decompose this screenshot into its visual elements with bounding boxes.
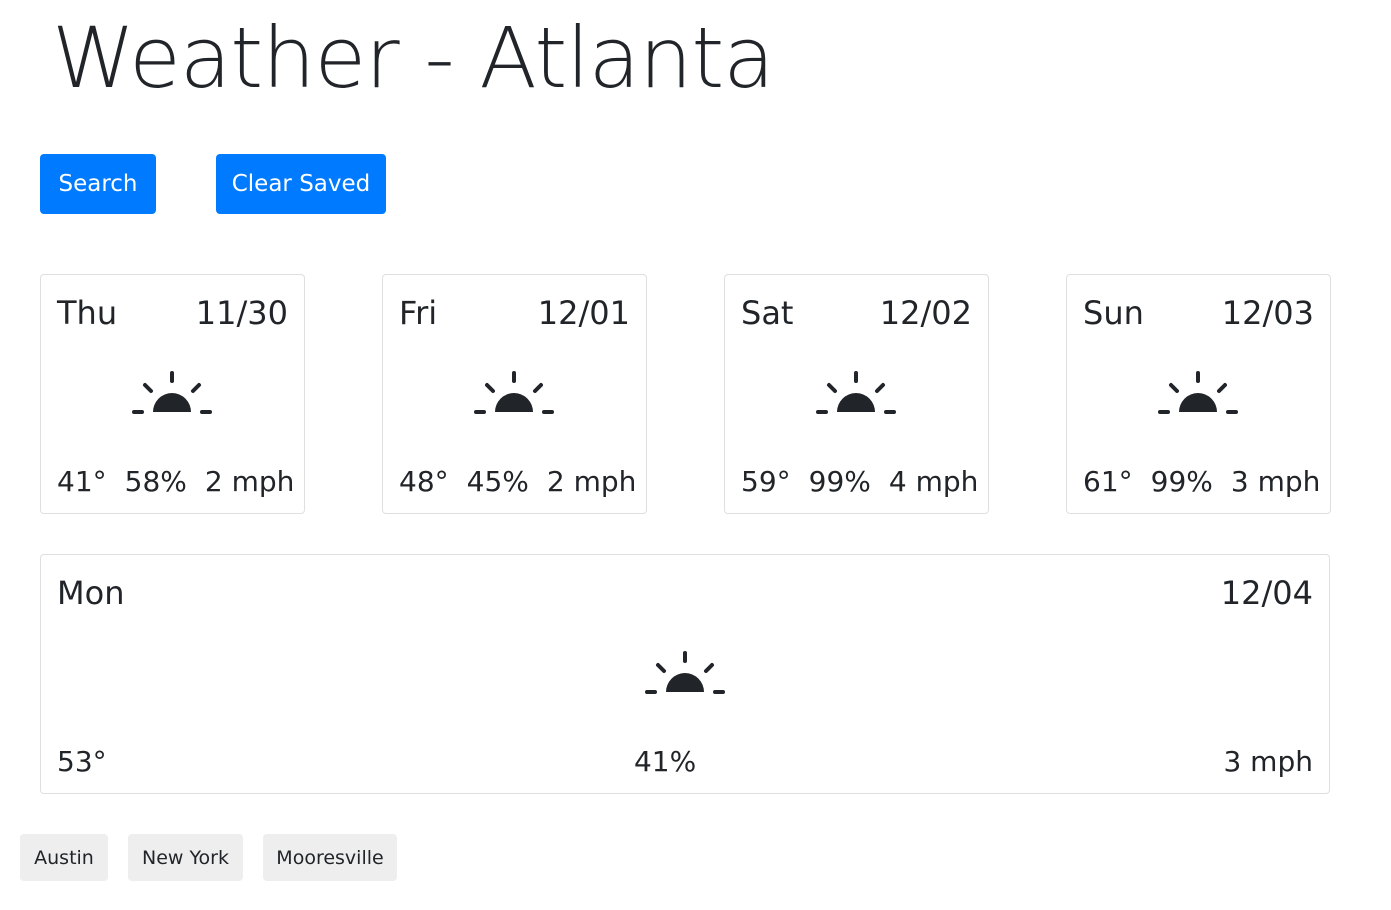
- temperature: 41°: [57, 465, 107, 498]
- humidity: 45%: [466, 465, 529, 498]
- clear-saved-button[interactable]: Clear Saved: [216, 154, 386, 214]
- forecast-card: Fri 12/01 48° 45% 2 mph: [382, 274, 647, 514]
- humidity: 99%: [808, 465, 871, 498]
- forecast-stats: 41° 58% 2 mph: [57, 462, 294, 502]
- forecast-stats: 48° 45% 2 mph: [399, 462, 636, 502]
- forecast-card-wide: Mon 12/04 53° 41% 3 mph: [40, 554, 1330, 794]
- wind-speed: 2 mph: [204, 465, 295, 498]
- forecast-day: Fri: [399, 294, 438, 332]
- search-button[interactable]: Search: [40, 154, 156, 214]
- saved-city-new-york[interactable]: New York: [128, 834, 243, 881]
- forecast-day: Thu: [57, 294, 118, 332]
- forecast-date: 12/03: [1221, 294, 1314, 332]
- forecast-date: 11/30: [195, 294, 288, 332]
- forecast-date: 12/04: [1220, 574, 1313, 612]
- forecast-card: Sat 12/02 59° 99% 4 mph: [724, 274, 989, 514]
- sunrise-icon: [645, 651, 725, 694]
- temperature: 61°: [1083, 465, 1133, 498]
- forecast-day: Sat: [741, 294, 794, 332]
- forecast-date: 12/02: [879, 294, 972, 332]
- forecast-stats: 59° 99% 4 mph: [741, 462, 978, 502]
- forecast-stats: 53° 41% 3 mph: [57, 742, 1313, 782]
- forecast-date: 12/01: [537, 294, 630, 332]
- forecast-stats: 61° 99% 3 mph: [1083, 462, 1320, 502]
- sunrise-icon: [815, 371, 896, 414]
- wind-speed: 4 mph: [888, 465, 979, 498]
- forecast-day: Sun: [1083, 294, 1144, 332]
- sunrise-icon: [473, 371, 554, 414]
- wind-speed: 3 mph: [1230, 465, 1321, 498]
- temperature: 48°: [399, 465, 449, 498]
- sunrise-icon: [1157, 371, 1238, 414]
- forecast-day: Mon: [57, 574, 125, 612]
- saved-city-austin[interactable]: Austin: [20, 834, 108, 881]
- wind-speed: 2 mph: [546, 465, 637, 498]
- forecast-card: Sun 12/03 61° 99% 3 mph: [1066, 274, 1331, 514]
- temperature: 59°: [741, 465, 791, 498]
- humidity: 58%: [124, 465, 187, 498]
- saved-city-mooresville[interactable]: Mooresville: [263, 834, 397, 881]
- humidity: 41%: [633, 745, 697, 778]
- forecast-card: Thu 11/30 41° 58% 2 mph: [40, 274, 305, 514]
- page-title: Weather - Atlanta: [52, 9, 775, 107]
- temperature: 53°: [57, 745, 107, 778]
- sunrise-icon: [131, 371, 212, 414]
- humidity: 99%: [1150, 465, 1213, 498]
- wind-speed: 3 mph: [1223, 745, 1313, 778]
